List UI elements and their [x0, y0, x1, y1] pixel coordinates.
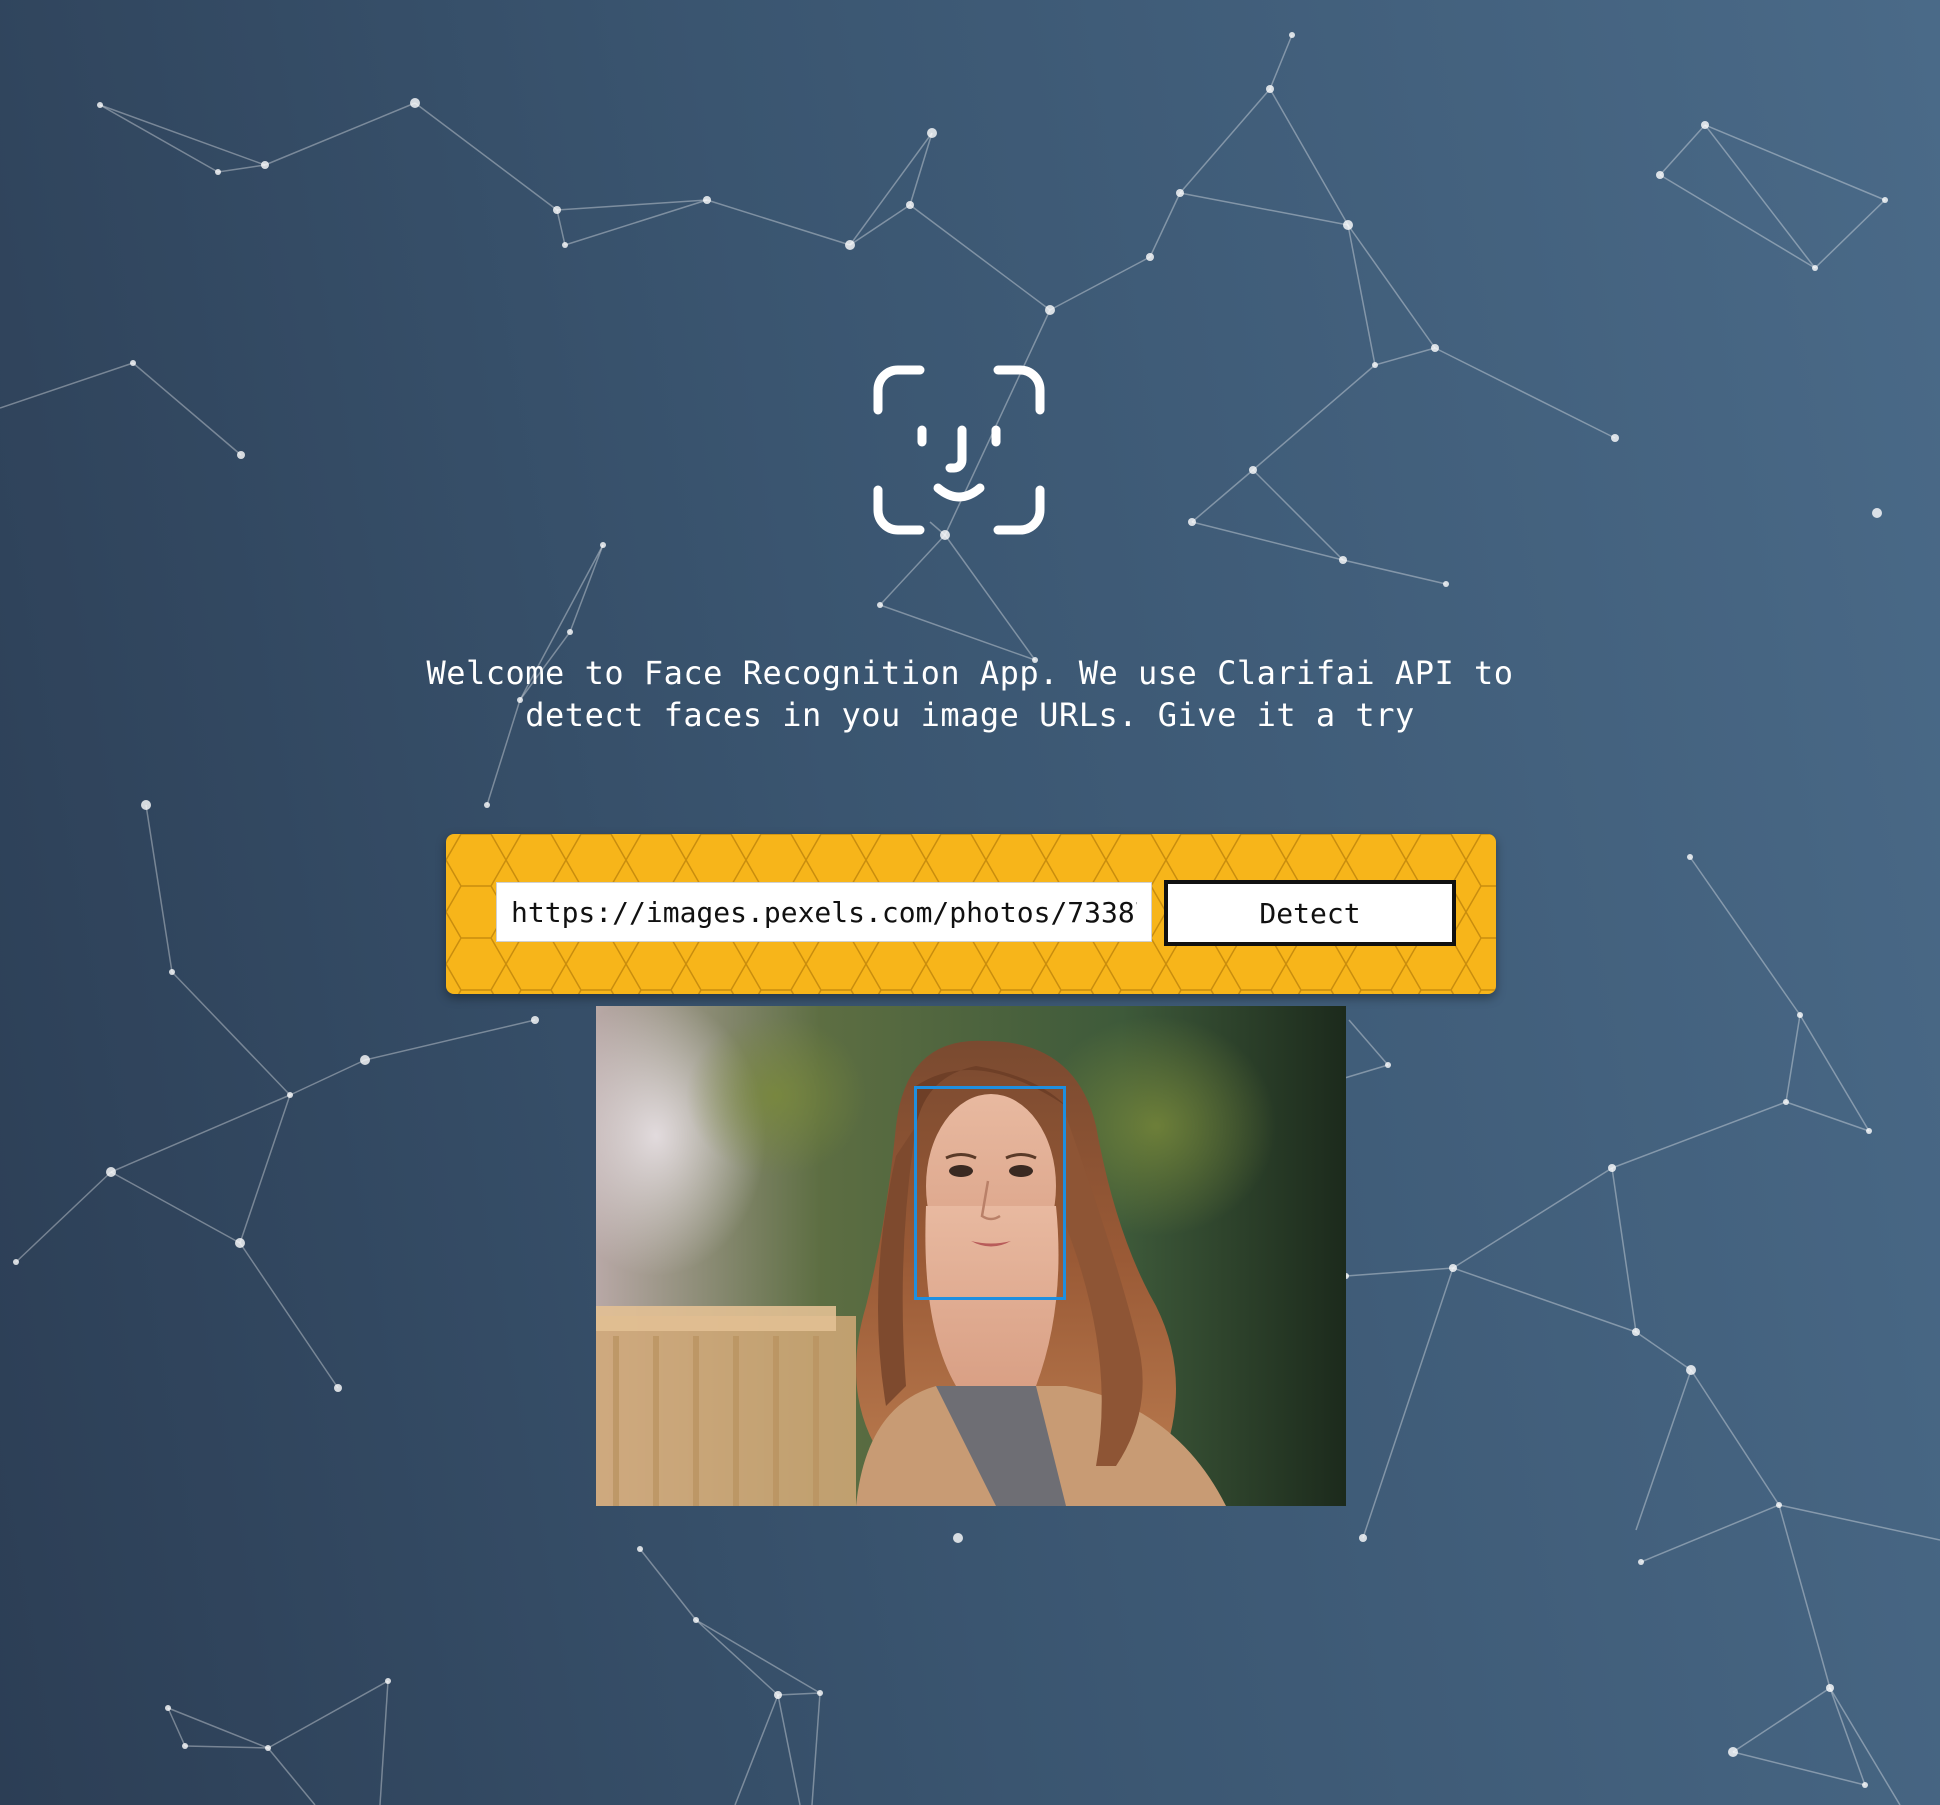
result-image: [596, 1006, 1346, 1506]
welcome-line-1: Welcome to Face Recognition App. We use …: [426, 654, 1514, 692]
url-form-panel: Detect: [446, 834, 1496, 994]
welcome-line-2: detect faces in you image URLs. Give it …: [525, 696, 1415, 734]
face-id-icon: [870, 360, 1060, 550]
detect-button[interactable]: Detect: [1164, 880, 1456, 946]
face-bounding-box: [914, 1086, 1066, 1300]
image-url-input[interactable]: [496, 882, 1152, 942]
welcome-text: Welcome to Face Recognition App. We use …: [380, 652, 1560, 736]
